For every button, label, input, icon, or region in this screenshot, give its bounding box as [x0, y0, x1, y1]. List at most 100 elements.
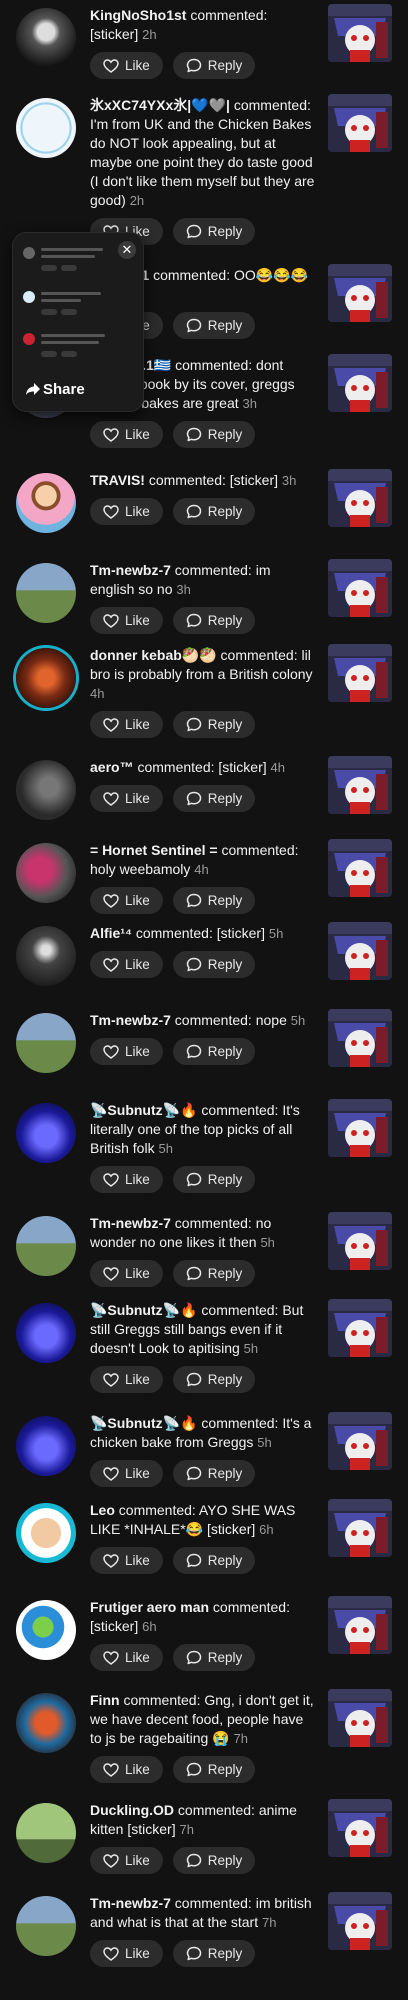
video-thumbnail[interactable] [328, 756, 392, 814]
like-button[interactable]: Like [90, 1756, 163, 1783]
heart-icon [103, 613, 119, 628]
video-thumbnail[interactable] [328, 1799, 392, 1857]
like-button[interactable]: Like [90, 711, 163, 738]
comment-username[interactable]: Tm-newbz-7 [90, 1895, 171, 1911]
like-button[interactable]: Like [90, 951, 163, 978]
reply-button[interactable]: Reply [172, 607, 256, 634]
video-thumbnail[interactable] [328, 1009, 392, 1067]
like-button[interactable]: Like [90, 1547, 163, 1574]
avatar[interactable] [16, 648, 76, 708]
avatar[interactable] [16, 1693, 76, 1753]
video-thumbnail[interactable] [328, 1596, 392, 1654]
like-button[interactable]: Like [90, 1940, 163, 1967]
reply-button[interactable]: Reply [172, 312, 256, 339]
reply-button[interactable]: Reply [172, 421, 256, 448]
reply-button[interactable]: Reply [172, 218, 256, 245]
comment-username[interactable]: 📡Subnutz📡🔥 [90, 1415, 198, 1431]
avatar[interactable] [16, 1896, 76, 1956]
reply-button[interactable]: Reply [172, 1644, 256, 1671]
reply-button[interactable]: Reply [172, 951, 256, 978]
avatar[interactable] [16, 98, 76, 158]
comment-username[interactable]: Tm-newbz-7 [90, 562, 171, 578]
reply-button[interactable]: Reply [172, 1038, 256, 1065]
comment-username[interactable]: Alfie¹⁴ [90, 925, 132, 941]
avatar[interactable] [16, 760, 76, 820]
video-thumbnail[interactable] [328, 922, 392, 980]
like-button[interactable]: Like [90, 1366, 163, 1393]
video-thumbnail[interactable] [328, 1412, 392, 1470]
comment-username[interactable]: Tm-newbz-7 [90, 1012, 171, 1028]
like-button[interactable]: Like [90, 887, 163, 914]
comment-username[interactable]: KingNoSho1st [90, 7, 186, 23]
like-button[interactable]: Like [90, 1038, 163, 1065]
video-thumbnail[interactable] [328, 839, 392, 897]
avatar[interactable] [16, 563, 76, 623]
comment-username[interactable]: Frutiger aero man [90, 1599, 209, 1615]
comment-username[interactable]: TRAVIS! [90, 472, 145, 488]
share-label[interactable]: Share [43, 381, 85, 398]
comment-username[interactable]: Leo [90, 1502, 115, 1518]
reply-button[interactable]: Reply [172, 785, 256, 812]
video-thumbnail[interactable] [328, 1212, 392, 1270]
comment-body: Leo commented: AYO SHE WAS LIKE *INHALE*… [90, 1501, 318, 1574]
reply-button[interactable]: Reply [172, 711, 256, 738]
video-thumbnail[interactable] [328, 94, 392, 152]
comment-username[interactable]: 氷xXC74YXx氷|💙🩶| [90, 97, 230, 113]
like-button[interactable]: Like [90, 1847, 163, 1874]
comment-actions: Like Reply [90, 498, 318, 525]
like-button[interactable]: Like [90, 1644, 163, 1671]
avatar[interactable] [16, 1216, 76, 1276]
comment-username[interactable]: 📡Subnutz📡🔥 [90, 1302, 198, 1318]
reply-button[interactable]: Reply [172, 887, 256, 914]
video-thumbnail[interactable] [328, 1499, 392, 1557]
reply-button[interactable]: Reply [172, 1756, 256, 1783]
avatar[interactable] [16, 1600, 76, 1660]
reply-button[interactable]: Reply [172, 1460, 256, 1487]
avatar[interactable] [16, 1103, 76, 1163]
like-button[interactable]: Like [90, 1166, 163, 1193]
comment-username[interactable]: donner kebab🥙🥙 [90, 647, 217, 663]
avatar[interactable] [16, 1303, 76, 1363]
comment-username[interactable]: 📡Subnutz📡🔥 [90, 1102, 198, 1118]
like-button[interactable]: Like [90, 607, 163, 634]
video-thumbnail[interactable] [328, 354, 392, 412]
like-button[interactable]: Like [90, 52, 163, 79]
video-thumbnail[interactable] [328, 559, 392, 617]
video-thumbnail[interactable] [328, 4, 392, 62]
reply-button[interactable]: Reply [172, 52, 256, 79]
like-button[interactable]: Like [90, 785, 163, 812]
like-button[interactable]: Like [90, 1460, 163, 1487]
avatar[interactable] [16, 1013, 76, 1073]
video-thumbnail[interactable] [328, 264, 392, 322]
close-icon[interactable]: ✕ [118, 241, 136, 259]
like-button[interactable]: Like [90, 1260, 163, 1287]
avatar[interactable] [16, 473, 76, 533]
avatar[interactable] [16, 926, 76, 986]
avatar[interactable] [16, 8, 76, 68]
comment-username[interactable]: = Hornet Sentinel = [90, 842, 218, 858]
video-thumbnail[interactable] [328, 1892, 392, 1950]
video-thumbnail[interactable] [328, 1099, 392, 1157]
comment-username[interactable]: aero™ [90, 759, 134, 775]
avatar[interactable] [16, 1803, 76, 1863]
comment-username[interactable]: Tm-newbz-7 [90, 1215, 171, 1231]
video-thumbnail[interactable] [328, 469, 392, 527]
comment-username[interactable]: Finn [90, 1692, 120, 1708]
video-thumbnail[interactable] [328, 644, 392, 702]
reply-button[interactable]: Reply [172, 1366, 256, 1393]
reply-button[interactable]: Reply [172, 1847, 256, 1874]
avatar[interactable] [16, 1416, 76, 1476]
reply-button[interactable]: Reply [172, 1166, 256, 1193]
avatar[interactable] [16, 1503, 76, 1563]
like-button[interactable]: Like [90, 498, 163, 525]
avatar[interactable] [16, 843, 76, 903]
like-button[interactable]: Like [90, 421, 163, 448]
reply-button[interactable]: Reply [172, 498, 256, 525]
comment-username[interactable]: Duckling.OD [90, 1802, 174, 1818]
reply-button[interactable]: Reply [172, 1940, 256, 1967]
reply-button[interactable]: Reply [172, 1547, 256, 1574]
video-thumbnail[interactable] [328, 1689, 392, 1747]
video-thumbnail[interactable] [328, 1299, 392, 1357]
share-popup[interactable]: ✕ Share [12, 232, 144, 412]
reply-button[interactable]: Reply [172, 1260, 256, 1287]
